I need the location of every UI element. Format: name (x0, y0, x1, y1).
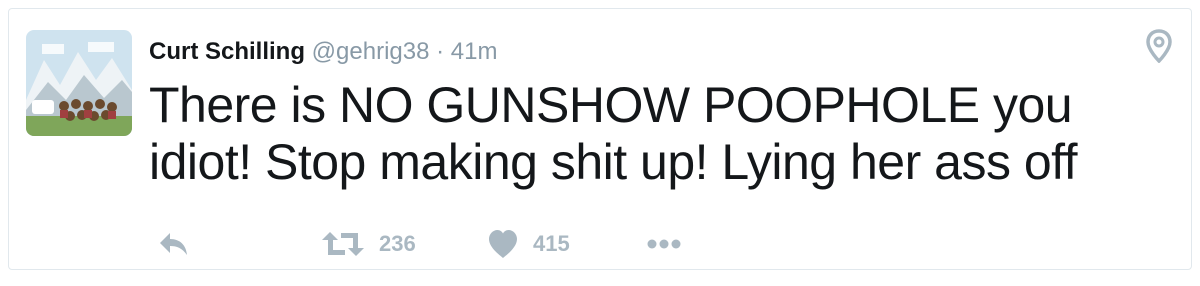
tweet-actions: 236 415 (157, 227, 717, 261)
tweet-timestamp[interactable]: 41m (451, 38, 498, 65)
tweet-card[interactable]: Curt Schilling @gehrig38 · 41m There is … (8, 8, 1192, 270)
location-pin-icon[interactable] (1145, 29, 1173, 64)
reply-button[interactable] (157, 227, 191, 261)
retweet-count: 236 (379, 231, 416, 256)
header-separator: · (436, 38, 445, 65)
reply-icon (157, 230, 191, 258)
more-button[interactable] (647, 227, 681, 261)
retweet-icon (321, 231, 365, 257)
tweet-text: There is NO GUNSHOW POOPHOLE you idiot! … (149, 77, 1078, 190)
heart-icon (487, 229, 519, 259)
like-count: 415 (533, 231, 570, 256)
avatar-image (26, 30, 132, 136)
tweet-header: Curt Schilling @gehrig38 · 41m (149, 36, 497, 68)
retweet-button[interactable]: 236 (321, 227, 416, 261)
like-button[interactable]: 415 (487, 227, 570, 261)
avatar[interactable] (26, 30, 132, 136)
author-handle[interactable]: @gehrig38 (312, 38, 430, 65)
author-name[interactable]: Curt Schilling (149, 38, 305, 65)
more-dots-icon (647, 239, 681, 249)
